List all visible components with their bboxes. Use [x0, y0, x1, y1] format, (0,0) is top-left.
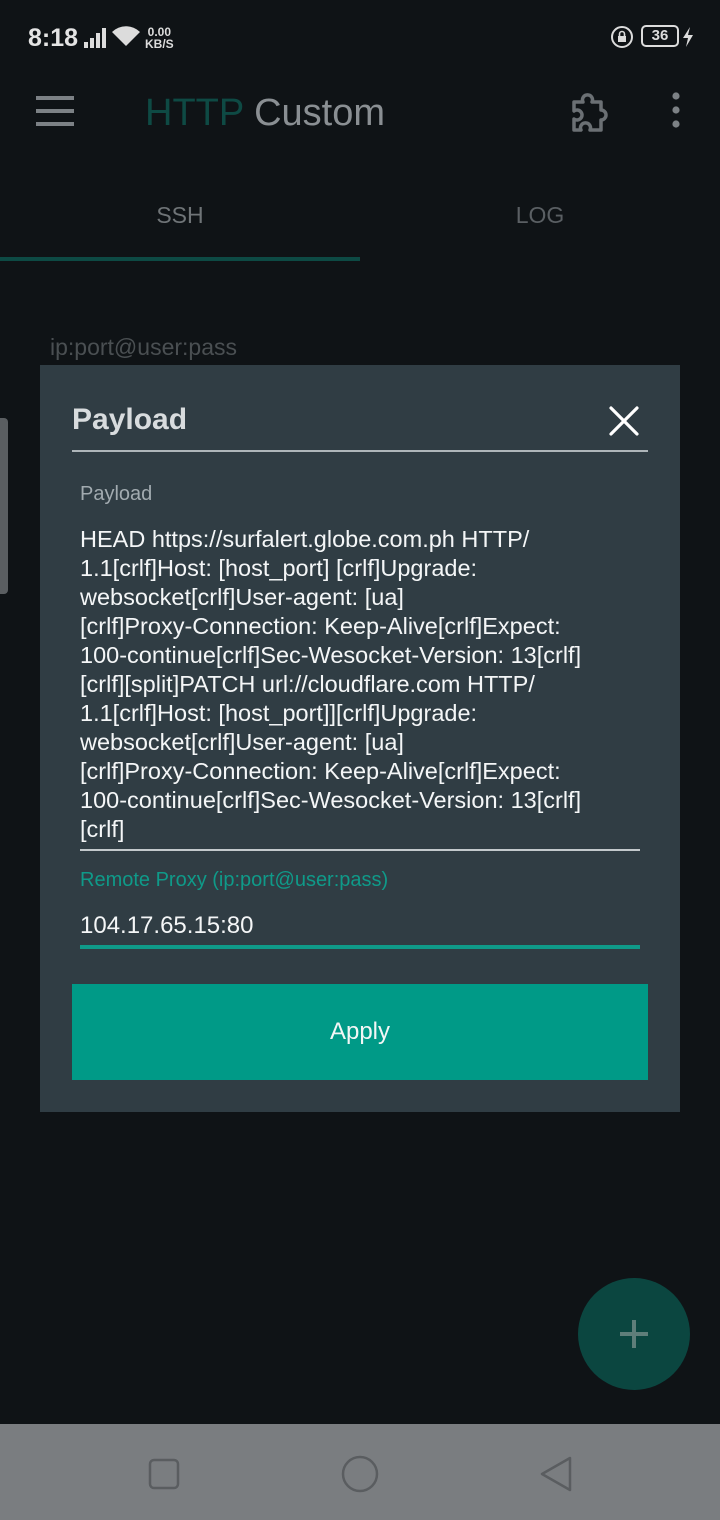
ssh-input-placeholder[interactable]: ip:port@user:pass [50, 334, 237, 361]
tab-indicator [0, 257, 360, 261]
menu-icon[interactable] [36, 96, 76, 126]
edge-panel-handle[interactable] [0, 418, 8, 594]
signal-icon [84, 28, 106, 48]
payload-textarea[interactable]: HEAD https://surfalert.globe.com.ph HTTP… [80, 525, 642, 844]
app-title: HTTP Custom [145, 92, 385, 135]
home-circle-icon[interactable] [340, 1454, 380, 1494]
payload-field-label: Payload [80, 483, 153, 505]
add-fab[interactable] [578, 1278, 690, 1390]
status-bar: 8:18 0.00 KB/S 36 [0, 0, 720, 76]
wifi-icon [112, 26, 140, 46]
app-bar: HTTP Custom [0, 76, 720, 188]
battery-level: 36 [651, 27, 669, 44]
app-title-rest: Custom [243, 92, 386, 134]
dialog-title: Payload [72, 403, 188, 436]
plus-icon [620, 1320, 648, 1348]
payload-field-underline [80, 849, 640, 851]
tab-log[interactable]: LOG [360, 188, 720, 262]
more-vert-icon[interactable] [668, 92, 684, 128]
charging-icon [683, 27, 693, 47]
remote-proxy-underline [80, 945, 640, 949]
close-icon[interactable] [606, 403, 642, 439]
navigation-bar [0, 1424, 720, 1520]
tab-ssh[interactable]: SSH [0, 188, 360, 262]
status-time: 8:18 [28, 24, 79, 52]
app-title-brand: HTTP [145, 92, 244, 134]
remote-proxy-input[interactable]: 104.17.65.15:80 [80, 912, 254, 940]
tab-bar: SSH LOG [0, 188, 720, 262]
network-speed-unit: KB/S [145, 37, 174, 51]
payload-dialog: Payload Payload HEAD https://surfalert.g… [40, 365, 680, 1112]
back-triangle-icon[interactable] [536, 1454, 576, 1494]
battery-icon: 36 [641, 25, 679, 47]
remote-proxy-label: Remote Proxy (ip:port@user:pass) [80, 869, 389, 891]
rotation-lock-icon [611, 26, 633, 48]
recents-square-icon[interactable] [144, 1454, 184, 1494]
puzzle-icon[interactable] [570, 90, 614, 132]
title-divider [72, 450, 648, 452]
network-speed: 0.00 KB/S [145, 26, 174, 50]
apply-button[interactable]: Apply [72, 984, 648, 1080]
